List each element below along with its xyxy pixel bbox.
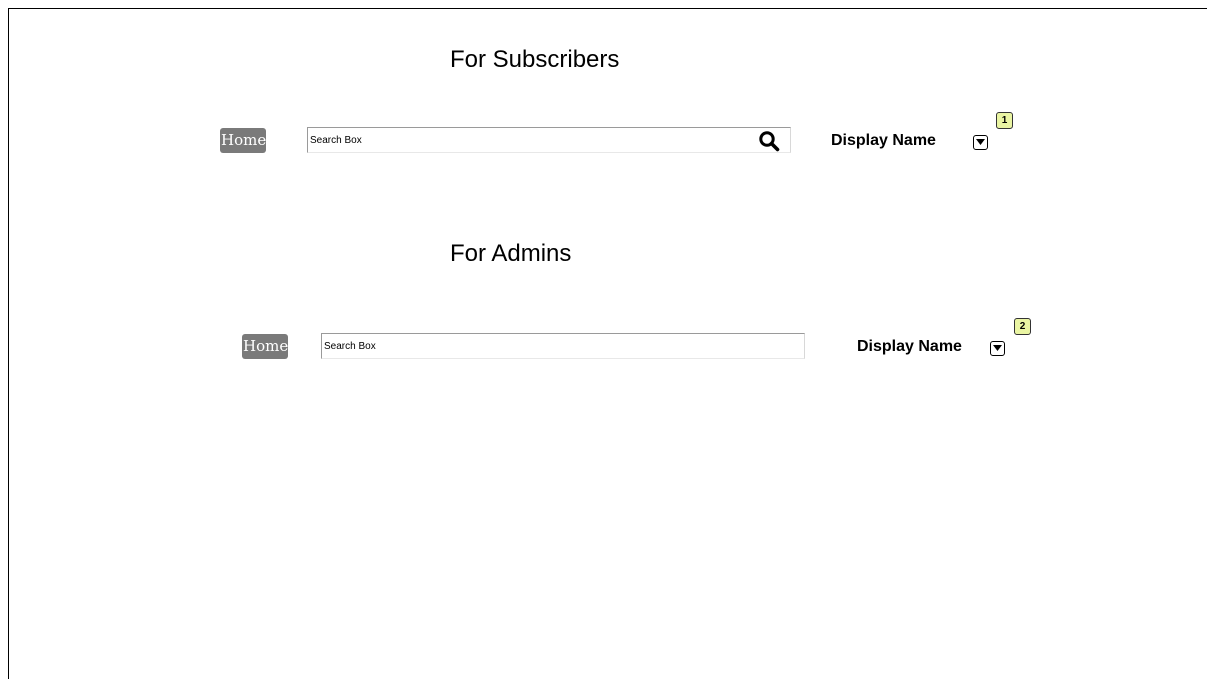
admins-display-name[interactable]: Display Name bbox=[857, 338, 962, 356]
chevron-down-icon bbox=[993, 345, 1002, 351]
subscribers-search-input[interactable] bbox=[308, 128, 730, 152]
admins-search-box[interactable] bbox=[321, 333, 805, 359]
subscribers-home-button[interactable]: Home bbox=[220, 128, 266, 153]
admins-search-input[interactable] bbox=[322, 334, 744, 358]
admins-section-title: For Admins bbox=[450, 240, 572, 267]
subscribers-section-title: For Subscribers bbox=[450, 46, 620, 73]
search-icon[interactable] bbox=[758, 130, 780, 152]
subscribers-dropdown-button[interactable] bbox=[973, 135, 988, 150]
subscribers-search-box[interactable] bbox=[307, 127, 791, 153]
chevron-down-icon bbox=[976, 139, 985, 145]
subscribers-annotation-badge: 1 bbox=[996, 112, 1013, 129]
admins-dropdown-button[interactable] bbox=[990, 341, 1005, 356]
admins-home-button[interactable]: Home bbox=[242, 334, 288, 359]
subscribers-display-name[interactable]: Display Name bbox=[831, 132, 936, 150]
admins-annotation-badge: 2 bbox=[1014, 318, 1031, 335]
